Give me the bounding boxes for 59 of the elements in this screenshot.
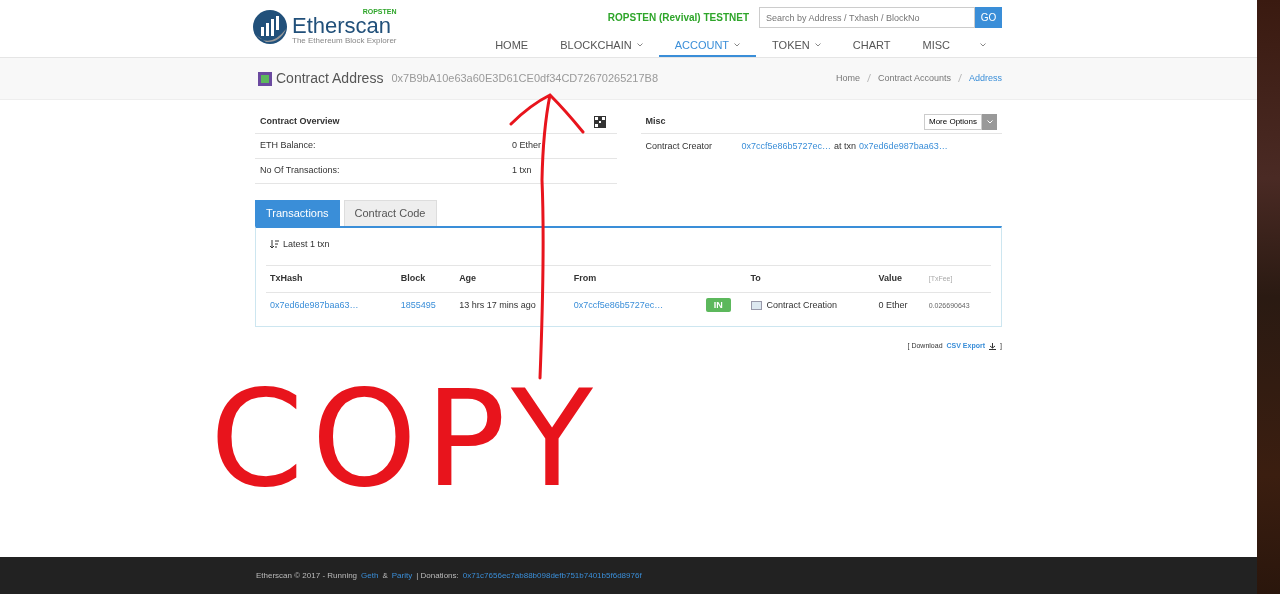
field-label: Contract Creator <box>645 139 714 153</box>
download-icon[interactable] <box>989 342 997 350</box>
annotation-text: COPY <box>210 372 601 506</box>
nav-tab[interactable]: BLOCKCHAIN <box>544 35 659 57</box>
footer-text: Etherscan © 2017 - Running <box>256 569 358 582</box>
nav-tab[interactable]: CHART <box>836 35 907 57</box>
sender-link[interactable]: 0x7ccf5e86b5727ec… <box>573 299 664 310</box>
search-button[interactable]: GO <box>975 7 1002 28</box>
panel-title: Contract Overview <box>260 114 341 128</box>
panel-title: Misc <box>645 114 667 128</box>
logo-icon[interactable] <box>252 8 288 45</box>
qr-code-icon[interactable] <box>593 115 606 128</box>
breadcrumb-link[interactable]: Address <box>968 71 1002 86</box>
field-label: No Of Transactions: <box>260 164 341 178</box>
column-header: TxHash <box>266 265 397 292</box>
page-title: Contract Address <box>276 69 384 88</box>
dropdown-button[interactable] <box>982 113 997 130</box>
document-icon <box>750 300 762 310</box>
nav-tab[interactable]: TOKEN <box>756 35 837 57</box>
footer-text: & <box>382 569 388 582</box>
separator-icon <box>957 73 962 82</box>
field-label: ETH Balance: <box>260 139 317 153</box>
txhash-link[interactable]: 0x7ed6de987baa63… <box>270 299 359 310</box>
more-options-button[interactable]: More Options <box>923 113 982 130</box>
logo-text[interactable]: Etherscan <box>292 15 397 37</box>
column-header: Age <box>455 265 570 292</box>
footer-text: | Donations: <box>416 569 459 582</box>
search-field[interactable]: Search by Address / Txhash / BlockNo <box>759 7 975 28</box>
sort-icon <box>270 239 279 249</box>
field-value: 1 txn <box>512 164 532 178</box>
contract-address: 0x7B9bA10e63a60E3D61CE0df34CD72670265217B8 <box>391 71 659 87</box>
column-header: Value <box>874 265 925 292</box>
nav-tab[interactable]: HOME <box>479 35 545 57</box>
footer-link[interactable]: Geth <box>361 569 379 582</box>
breadcrumb-link[interactable]: Contract Accounts <box>877 71 951 86</box>
txn-count: Latest 1 txn <box>283 237 330 251</box>
caret-icon <box>986 119 993 124</box>
direction-badge: IN <box>705 297 731 312</box>
creator-address-link[interactable]: 0x7ccf5e86b5727ec… <box>741 139 832 154</box>
txn-hash-link[interactable]: 0x7ed6de987baa63… <box>859 139 948 154</box>
field-value: 0 Ether <box>512 139 542 153</box>
column-header: From <box>569 265 702 292</box>
column-header: To <box>746 265 875 292</box>
table-cell: 0 Ether <box>878 299 908 310</box>
network-label: ROPSTEN (Revival) TESTNET <box>607 11 749 25</box>
tab[interactable]: Contract Code <box>343 200 437 226</box>
field-text: at txn <box>834 139 857 153</box>
column-header: Block <box>396 265 456 292</box>
nav-tab[interactable]: MISC <box>906 35 1002 57</box>
footer-link[interactable]: Parity <box>391 569 413 582</box>
tab[interactable]: Transactions <box>255 200 340 226</box>
donation-address-link[interactable]: 0x71c7656ec7ab88b098defb751b7401b5f6d8976f <box>462 569 642 582</box>
table-cell: Contract Creation <box>766 299 838 310</box>
logo-tagline: The Ethereum Block Explorer <box>292 37 397 45</box>
table-cell: 13 hrs 17 mins ago <box>459 299 536 310</box>
breadcrumb-link[interactable]: Home <box>835 71 860 86</box>
block-link[interactable]: 1855495 <box>400 299 436 310</box>
contract-icon <box>258 71 272 86</box>
separator-icon <box>866 73 871 82</box>
